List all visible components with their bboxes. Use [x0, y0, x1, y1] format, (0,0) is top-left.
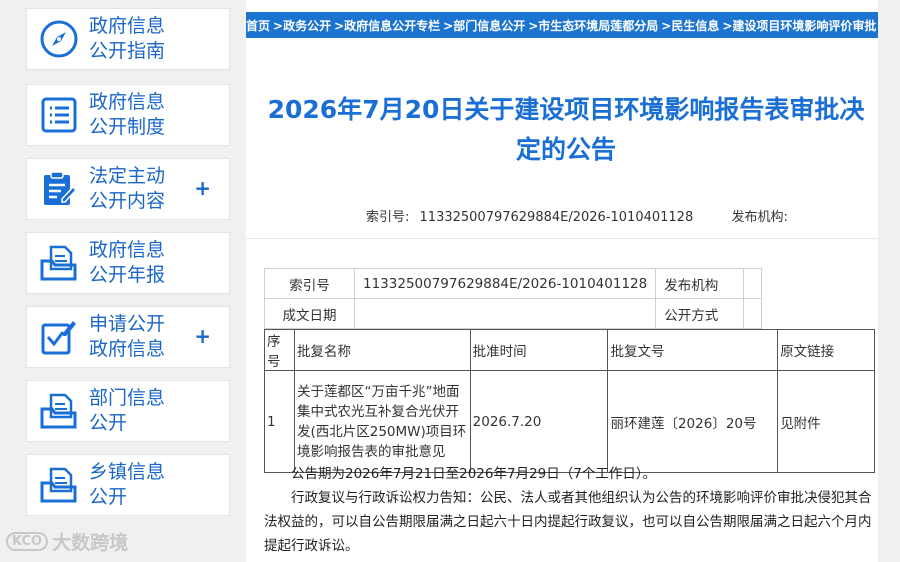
page-title: 2026年7月20日关于建设项目环境影响报告表审批决定的公告 [267, 95, 865, 164]
attachment-link[interactable]: 见附件 [777, 370, 875, 473]
column-header: 序号 [264, 329, 295, 371]
approval-doc-number: 丽环建莲〔2026〕20号 [607, 370, 779, 473]
info-publisher-label: 发布机构 [655, 268, 745, 299]
row-number: 1 [264, 370, 295, 473]
watermark-text: 大数跨境 [52, 532, 129, 554]
sidebar-item-label: 政府信息 公开制度 [89, 91, 166, 138]
approval-date: 2026.7.20 [469, 370, 609, 473]
sidebar-item-apply-disclosure[interactable]: 申请公开 政府信息 + [26, 306, 230, 368]
sidebar-item-label: 申请公开 政府信息 [89, 313, 166, 360]
publisher-label: 发布机构: [731, 210, 788, 225]
index-number-label: 索引号: [366, 210, 410, 225]
divider [246, 238, 878, 239]
scrollbar[interactable] [878, 0, 900, 562]
notice-period-paragraph: 公告期为2026年7月21日至2026年7月29日（7个工作日）。 [291, 466, 657, 482]
sidebar-item-system[interactable]: 政府信息 公开制度 [26, 84, 230, 146]
table-row: 1 关于莲都区“万亩千兆”地面集中式农光互补复合光伏开发(西北片区250MW)项… [264, 370, 875, 473]
breadcrumb-link[interactable]: >建设项目环境影响评价审批 [722, 17, 876, 34]
breadcrumb-link[interactable]: >部门信息公开 [443, 17, 525, 34]
folder-document-icon [37, 389, 81, 433]
info-method-label: 公开方式 [655, 298, 745, 329]
sidebar: 政府信息 公开指南 政府信息 公开制度 法定主动 公开内容 + 政府信息 公开年… [0, 0, 244, 562]
breadcrumb-link[interactable]: >民生信息 [661, 17, 719, 34]
info-index-label: 索引号 [264, 268, 355, 299]
checkbox-edit-icon [37, 315, 81, 359]
info-method-value [743, 298, 763, 329]
watermark-logo: KCO [6, 532, 49, 551]
sidebar-item-township[interactable]: 乡镇信息 公开 [26, 454, 230, 516]
breadcrumb: 首页 >政务公开 >政府信息公开专栏 >部门信息公开 >市生态环境局莲都分局 >… [246, 12, 878, 38]
sidebar-item-guide[interactable]: 政府信息 公开指南 [26, 8, 230, 70]
expand-plus-icon[interactable]: + [194, 326, 211, 346]
info-publisher-value [743, 268, 763, 299]
approval-table: 序号 批复名称 批准时间 批复文号 原文链接 1 关于莲都区“万亩千兆”地面集中… [264, 329, 875, 473]
info-date-label: 成文日期 [264, 298, 355, 329]
sidebar-item-label: 法定主动 公开内容 [89, 165, 166, 212]
folder-document-icon [37, 241, 81, 285]
column-header: 原文链接 [777, 329, 875, 371]
column-header: 批复名称 [293, 329, 471, 371]
article-meta: 索引号: 11332500797629884E/2026-1010401128 … [366, 206, 794, 225]
sidebar-item-statutory-content[interactable]: 法定主动 公开内容 + [26, 158, 230, 220]
sidebar-item-label: 政府信息 公开年报 [89, 239, 166, 286]
main-content: 首页 >政务公开 >政府信息公开专栏 >部门信息公开 >市生态环境局莲都分局 >… [246, 0, 878, 562]
watermark: KCO 大数跨境 [6, 528, 128, 555]
sidebar-item-label: 政府信息 公开指南 [89, 15, 166, 62]
sidebar-item-annual-report[interactable]: 政府信息 公开年报 [26, 232, 230, 294]
breadcrumb-link[interactable]: >市生态环境局莲都分局 [528, 17, 658, 34]
clipboard-edit-icon [37, 167, 81, 211]
document-list-icon [37, 93, 81, 137]
appeal-rights-paragraph: 行政复议与行政诉讼权力告知：公民、法人或者其他组织认为公告的环境影响评价审批决侵… [264, 490, 872, 554]
sidebar-item-label: 部门信息 公开 [89, 387, 166, 434]
folder-document-icon [37, 463, 81, 507]
sidebar-item-label: 乡镇信息 公开 [89, 461, 166, 508]
column-header: 批准时间 [469, 329, 609, 371]
sidebar-item-department[interactable]: 部门信息 公开 [26, 380, 230, 442]
info-index-value: 11332500797629884E/2026-1010401128 [353, 268, 657, 299]
column-header: 批复文号 [607, 329, 779, 371]
info-date-value [353, 298, 657, 329]
info-table: 索引号 11332500797629884E/2026-1010401128 发… [264, 268, 763, 329]
expand-plus-icon[interactable]: + [194, 178, 211, 198]
index-number-value: 11332500797629884E/2026-1010401128 [419, 210, 694, 225]
breadcrumb-link[interactable]: >政务公开 [273, 17, 331, 34]
breadcrumb-link[interactable]: >政府信息公开专栏 [334, 17, 440, 34]
approval-name: 关于莲都区“万亩千兆”地面集中式农光互补复合光伏开发(西北片区250MW)项目环… [293, 370, 471, 473]
breadcrumb-home-link[interactable]: 首页 [246, 17, 270, 34]
compass-icon [37, 17, 81, 61]
